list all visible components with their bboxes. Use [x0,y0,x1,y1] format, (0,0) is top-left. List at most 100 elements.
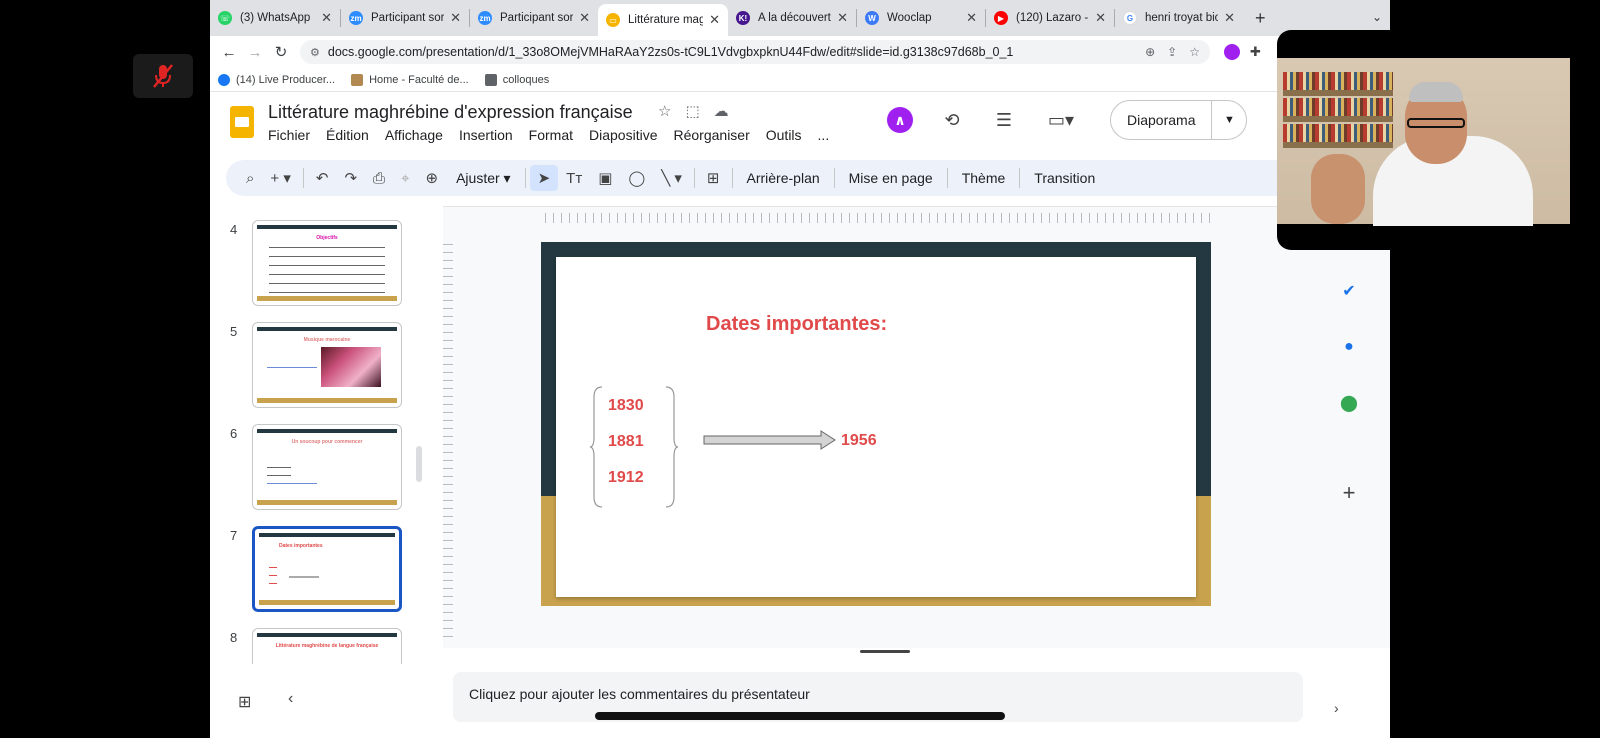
bookmark-item[interactable]: (14) Live Producer... [218,73,335,86]
insert-comment-icon[interactable]: ⊞ [699,169,728,187]
video-call-icon[interactable]: ▭▾ [1034,98,1088,142]
present-button[interactable]: Diaporama ▼ [1110,100,1248,140]
paint-format-icon[interactable]: ⌖ [393,170,417,187]
browser-tab[interactable]: K! A la découverte d ✕ [728,0,856,36]
slide-thumbnail[interactable]: Musique marocaine [252,322,402,408]
address-bar[interactable]: ⚙ docs.google.com/presentation/d/1_33o8O… [300,40,1210,64]
transition-button[interactable]: Transition [1024,170,1105,186]
menu-item[interactable]: ... [818,127,830,143]
menu-item[interactable]: Diapositive [589,127,657,143]
year-item[interactable]: 1830 [608,397,644,415]
maps-icon[interactable]: ⬤ [1338,392,1360,414]
browser-tab[interactable]: ▶ (120) Lazaro - Ma ✕ [986,0,1114,36]
year-independence[interactable]: 1956 [841,432,877,450]
slide-content-panel: Dates importantes: 1830 1881 1912 1956 [556,257,1196,597]
slide-thumbnail[interactable]: Dates importantes [252,526,402,612]
comments-icon[interactable]: ☰ [982,98,1026,142]
undo-icon[interactable]: ↶ [308,169,337,187]
browser-tab[interactable]: ☏ (3) WhatsApp ✕ [210,0,340,36]
slide-thumbnail[interactable]: Objectifs [252,220,402,306]
notes-resize-handle[interactable] [860,650,910,653]
search-menus-icon[interactable]: ⌕ [238,170,262,187]
slide-thumbnail[interactable]: Un soucoup pour commencer [252,424,402,510]
thumbnail-text-line [267,367,317,368]
reload-icon[interactable]: ↻ [268,43,294,61]
redo-icon[interactable]: ↷ [336,169,365,187]
version-history-icon[interactable]: ⟲ [930,98,974,142]
slide-title[interactable]: Dates importantes: [706,313,887,336]
browser-tab[interactable]: zm Participant sortan ✕ [341,0,469,36]
share-icon[interactable]: ⇪ [1167,45,1177,59]
grid-view-icon[interactable]: ⊞ [238,692,251,712]
background-button[interactable]: Arrière-plan [737,170,830,186]
menu-item[interactable]: Fichier [268,127,310,143]
line-icon[interactable]: ╲ ▾ [653,169,690,187]
close-tab-icon[interactable]: ✕ [579,10,590,26]
document-title[interactable]: Littérature maghrébine d'expression fran… [268,102,633,123]
filmstrip-scrollbar[interactable] [416,446,422,482]
text-box-icon[interactable]: Tт [558,170,590,187]
expand-side-panel-icon[interactable]: › [1334,700,1339,716]
close-tab-icon[interactable]: ✕ [1095,10,1106,26]
add-addon-icon[interactable]: + [1338,480,1360,505]
bookmark-star-icon[interactable]: ☆ [1189,45,1200,59]
bookmark-item[interactable]: colloques [484,73,549,86]
close-tab-icon[interactable]: ✕ [321,10,332,26]
browser-tab[interactable]: ▭ Littérature maghré ✕ [598,4,728,36]
tab-search-icon[interactable]: ⌄ [1372,10,1382,24]
speaker-notes-placeholder: Cliquez pour ajouter les commentaires du… [469,686,810,702]
select-cursor-icon[interactable]: ➤ [529,165,559,191]
tasks-icon[interactable]: ✔ [1338,280,1360,302]
zoom-icon[interactable]: ⊕ [418,169,447,187]
meet-addon-button[interactable]: ∧ [878,98,922,142]
back-icon[interactable]: ← [216,44,242,61]
close-tab-icon[interactable]: ✕ [1224,10,1235,26]
right-arrow-shape[interactable] [703,429,837,451]
layout-button[interactable]: Mise en page [839,170,943,186]
menu-item[interactable]: Format [529,127,573,143]
year-item[interactable]: 1912 [608,469,644,487]
forward-icon[interactable]: → [242,44,268,61]
menu-item[interactable]: Outils [766,127,802,143]
close-tab-icon[interactable]: ✕ [709,12,720,28]
horizontal-ruler[interactable] [545,213,1210,223]
theme-button[interactable]: Thème [952,170,1016,186]
new-slide-icon[interactable]: + ▾ [262,169,298,187]
slides-logo-icon[interactable] [230,106,254,138]
tab-favicon-icon: zm [349,11,363,25]
extensions-puzzle-icon[interactable]: ✚ [1250,44,1261,60]
collapse-filmstrip-icon[interactable]: ‹ [288,690,293,708]
zoom-mute-badge[interactable] [133,54,193,98]
participant-video[interactable] [1277,30,1600,250]
site-info-icon[interactable]: ⚙ [310,46,320,59]
print-icon[interactable]: ⎙ [365,170,393,187]
slide-canvas[interactable]: Dates importantes: 1830 1881 1912 1956 [541,242,1211,606]
extension-icon[interactable] [1224,44,1240,60]
browser-tab[interactable]: zm Participant sortan ✕ [470,0,598,36]
chevron-down-icon[interactable]: ▼ [1212,114,1246,126]
menu-item[interactable]: Édition [326,127,369,143]
zoom-icon[interactable]: ⊕ [1145,45,1155,59]
bookshelf [1283,90,1393,96]
menu-item[interactable]: Affichage [385,127,443,143]
browser-tab[interactable]: Ghenri troyat biogra ✕ [1115,0,1243,36]
close-tab-icon[interactable]: ✕ [450,10,461,26]
star-icon[interactable]: ☆ [658,102,671,120]
image-icon[interactable]: ▣ [590,169,620,187]
menu-item[interactable]: Insertion [459,127,513,143]
new-tab-icon[interactable]: + [1243,8,1278,29]
menu-item[interactable]: Réorganiser [673,127,749,143]
shape-icon[interactable]: ◯ [620,169,653,187]
contacts-icon[interactable]: ● [1338,336,1360,358]
browser-tab[interactable]: W Wooclap ✕ [857,0,985,36]
move-folder-icon[interactable]: ⬚ [685,102,699,120]
slide-number: 4 [230,222,238,237]
bookmark-item[interactable]: Home - Faculté de... [351,73,469,86]
cloud-saved-icon[interactable]: ☁ [714,102,729,120]
close-tab-icon[interactable]: ✕ [837,10,848,26]
slide-thumbnail[interactable]: Littérature maghrébine de langue françai… [252,628,402,664]
zoom-select[interactable]: Ajuster ▾ [446,170,521,187]
close-tab-icon[interactable]: ✕ [966,10,977,26]
vertical-ruler[interactable] [443,237,453,637]
year-item[interactable]: 1881 [608,433,644,451]
